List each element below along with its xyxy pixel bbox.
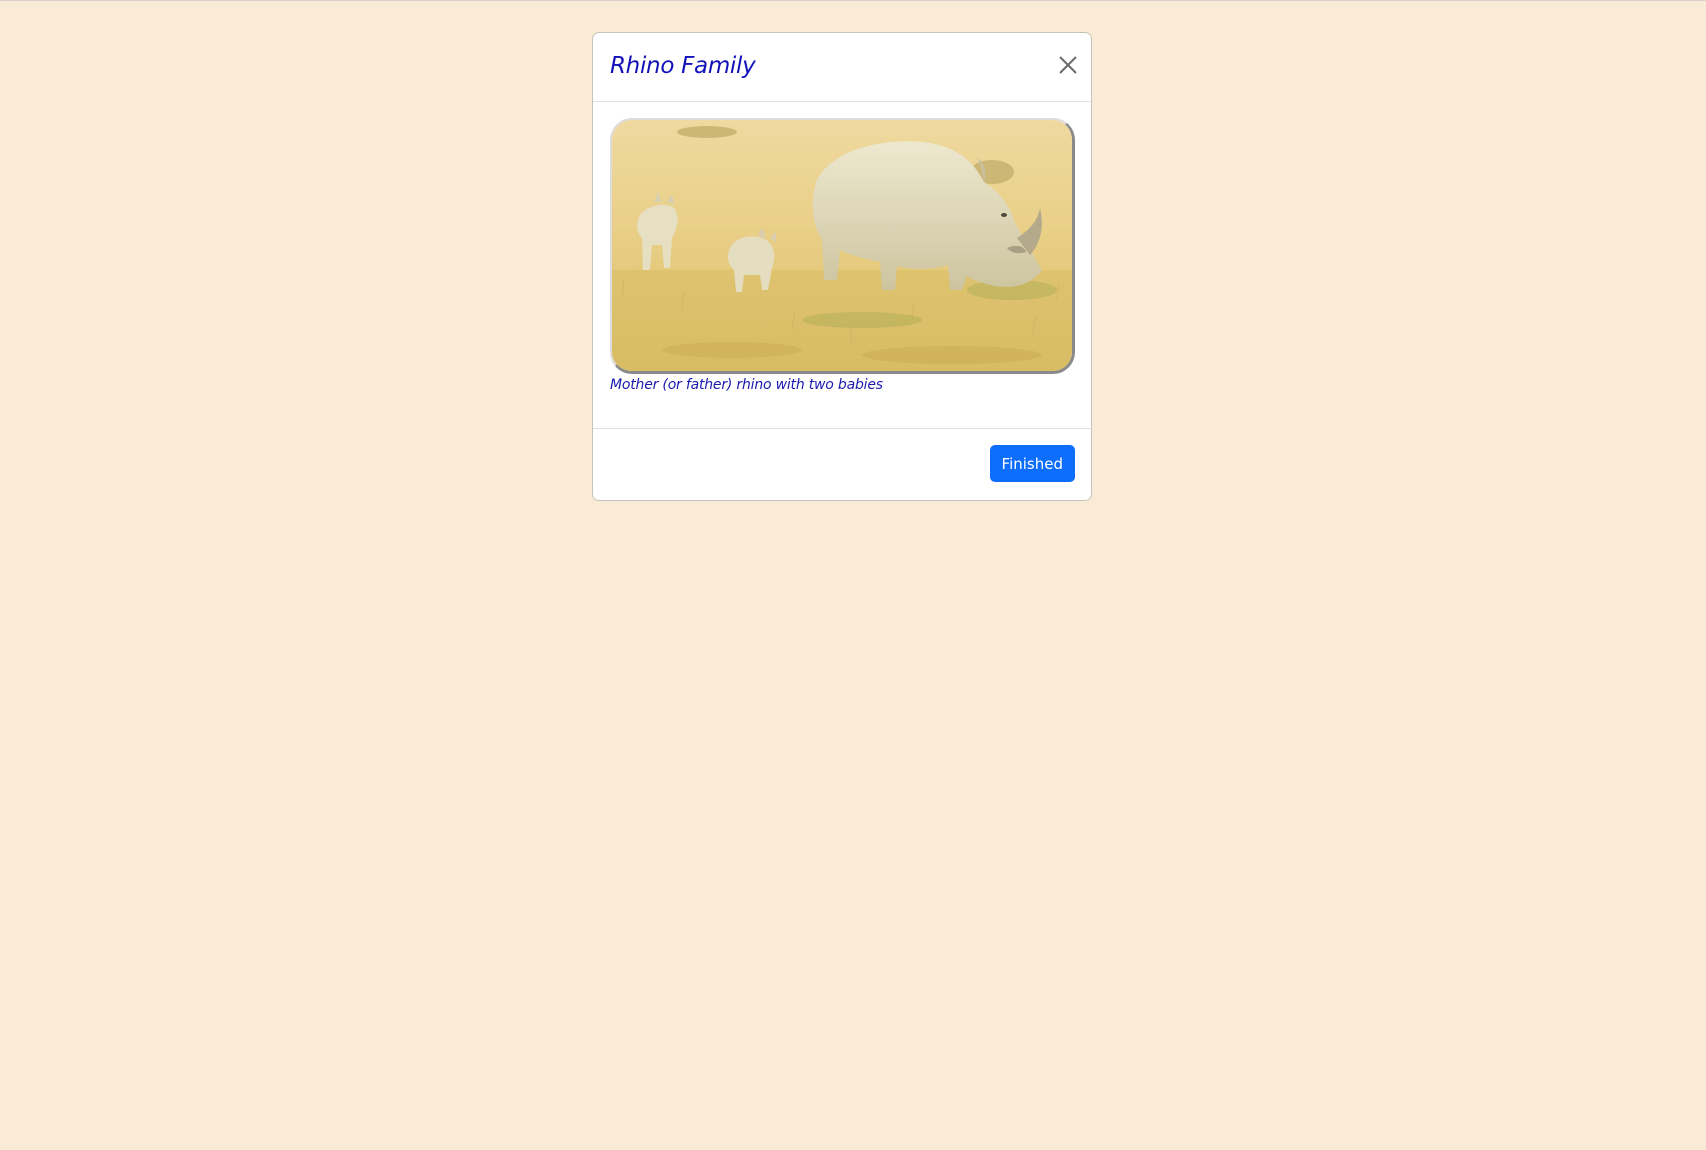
modal-body: Mother (or father) rhino with two babies	[593, 102, 1091, 429]
rhino-modal: Rhino Family Mother (or father) rhino wi…	[592, 32, 1092, 501]
close-icon	[1059, 56, 1077, 74]
finished-button[interactable]: Finished	[989, 445, 1075, 482]
rhino-family-image	[610, 118, 1075, 374]
modal-footer: Finished	[593, 429, 1091, 500]
close-button[interactable]	[1051, 48, 1085, 82]
modal-title: Rhino Family	[610, 53, 756, 79]
image-caption: Mother (or father) rhino with two babies	[610, 377, 883, 393]
modal-header: Rhino Family	[593, 33, 1091, 102]
